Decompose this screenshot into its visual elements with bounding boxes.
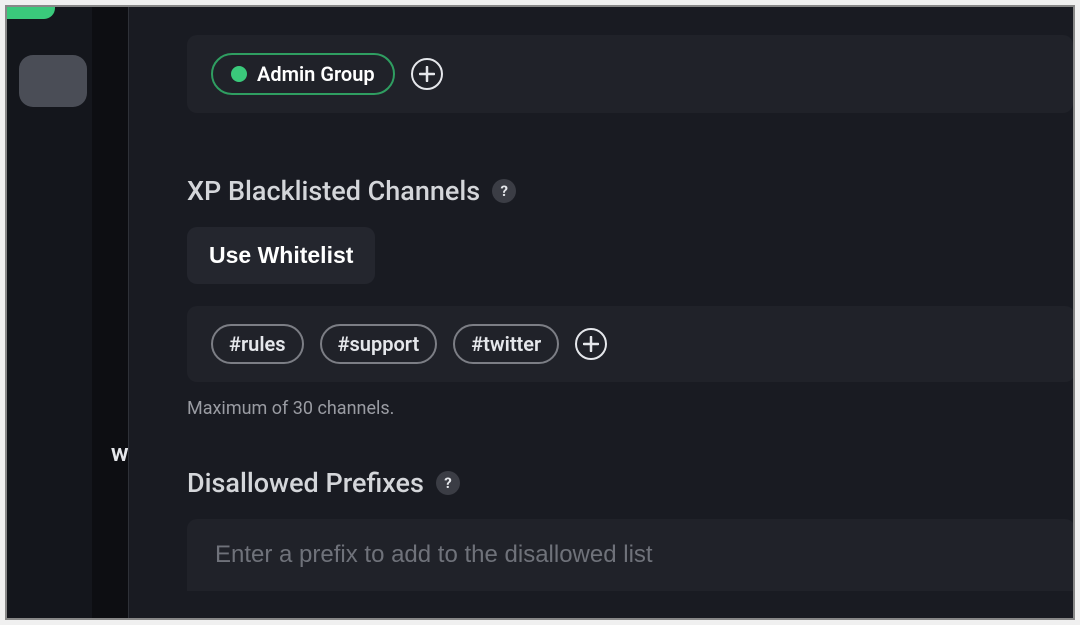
help-icon[interactable]: ? xyxy=(436,471,460,495)
server-icon-active[interactable] xyxy=(5,5,55,19)
role-color-dot xyxy=(231,66,247,82)
add-channel-button[interactable] xyxy=(575,328,607,360)
blacklisted-channels-panel: #rules #support #twitter xyxy=(187,306,1075,382)
help-icon[interactable]: ? xyxy=(492,179,516,203)
channel-chip[interactable]: #twitter xyxy=(453,324,559,364)
plus-icon xyxy=(583,336,599,352)
nav-rail: wn xyxy=(92,7,127,618)
use-whitelist-button[interactable]: Use Whitelist xyxy=(187,227,375,284)
section-title: Disallowed Prefixes xyxy=(187,467,424,499)
main-content: Admin Group XP Blacklisted Channels ? Us… xyxy=(129,7,1073,618)
blacklisted-channels-header: XP Blacklisted Channels ? xyxy=(187,175,1073,207)
plus-icon xyxy=(419,66,435,82)
prefix-input-panel xyxy=(187,519,1075,591)
disallowed-prefixes-header: Disallowed Prefixes ? xyxy=(187,467,1073,499)
add-role-button[interactable] xyxy=(411,58,443,90)
disallowed-prefix-input[interactable] xyxy=(215,541,1047,569)
roles-panel: Admin Group xyxy=(187,35,1073,113)
role-chip-label: Admin Group xyxy=(257,62,375,86)
server-rail xyxy=(7,7,92,618)
channel-chip[interactable]: #rules xyxy=(211,324,304,364)
channels-helper-text: Maximum of 30 channels. xyxy=(187,398,1073,419)
section-title: XP Blacklisted Channels xyxy=(187,175,480,207)
role-chip-admin-group[interactable]: Admin Group xyxy=(211,53,395,95)
server-icon[interactable] xyxy=(19,55,87,107)
channel-chip[interactable]: #support xyxy=(320,324,438,364)
